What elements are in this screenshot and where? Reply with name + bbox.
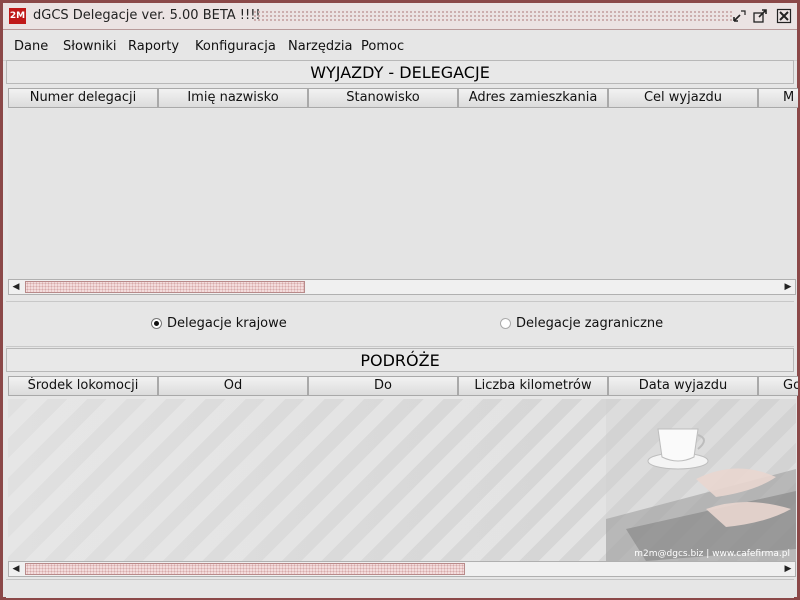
radio-domestic[interactable]: Delegacje krajowe [151,316,287,331]
menu-dane[interactable]: Dane [14,39,48,54]
menu-slowniki[interactable]: Słowniki [63,39,117,54]
scroll-thumb[interactable] [25,281,305,293]
col-srodek-lokomocji[interactable]: Środek lokomocji [8,376,158,396]
scroll-right-icon[interactable]: ▶ [781,280,795,294]
main-window: 2M dGCS Delegacje ver. 5.00 BETA !!!! Da… [0,0,800,600]
col-cel-wyjazdu[interactable]: Cel wyjazdu [608,88,758,108]
scroll-left-icon[interactable]: ◀ [9,280,23,294]
radio-foreign[interactable]: Delegacje zagraniczne [500,316,663,331]
col-data-wyjazdu[interactable]: Data wyjazdu [608,376,758,396]
col-truncated[interactable]: Go [758,376,798,396]
col-od[interactable]: Od [158,376,308,396]
app-logo-icon: 2M [9,8,26,24]
menu-bar: Dane Słowniki Raporty Konfiguracja Narzę… [3,30,797,61]
title-bar[interactable]: 2M dGCS Delegacje ver. 5.00 BETA !!!! [3,3,797,30]
trips-table-header: Numer delegacji Imię nazwisko Stanowisko… [8,88,798,108]
radio-selected-icon [151,318,162,329]
menu-narzedzia[interactable]: Narzędzia [288,39,353,54]
col-truncated[interactable]: M [758,88,798,108]
radio-unselected-icon [500,318,511,329]
menu-raporty[interactable]: Raporty [128,39,179,54]
status-bar [6,579,794,598]
journeys-table-body[interactable]: m2m@dgcs.biz | www.cafefirma.pl [8,399,796,561]
scroll-thumb[interactable] [25,563,465,575]
watermark-text: m2m@dgcs.biz | www.cafefirma.pl [634,549,790,559]
scroll-right-icon[interactable]: ▶ [781,562,795,576]
scroll-left-icon[interactable]: ◀ [9,562,23,576]
trips-horizontal-scrollbar[interactable]: ◀ ▶ [8,279,796,295]
window-title: dGCS Delegacje ver. 5.00 BETA !!!! [33,8,261,23]
col-stanowisko[interactable]: Stanowisko [308,88,458,108]
radio-domestic-label: Delegacje krajowe [167,316,287,331]
col-do[interactable]: Do [308,376,458,396]
col-adres-zamieszkania[interactable]: Adres zamieszkania [458,88,608,108]
maximize-icon[interactable] [752,8,768,24]
trips-table-body[interactable] [8,109,796,279]
laptop-coffee-illustration [606,399,796,561]
col-imie-nazwisko[interactable]: Imię nazwisko [158,88,308,108]
close-icon[interactable] [776,8,792,24]
journeys-table-header: Środek lokomocji Od Do Liczba kilometrów… [8,376,798,396]
radio-foreign-label: Delegacje zagraniczne [516,316,664,331]
menu-pomoc[interactable]: Pomoc [361,39,404,54]
menu-konfiguracja[interactable]: Konfiguracja [195,39,276,54]
minimize-icon[interactable] [731,8,747,24]
col-liczba-kilometrow[interactable]: Liczba kilometrów [458,376,608,396]
title-bar-pattern [253,10,733,22]
journeys-section-title: PODRÓŻE [6,348,794,372]
trips-section-title: WYJAZDY - DELEGACJE [6,60,794,84]
journeys-horizontal-scrollbar[interactable]: ◀ ▶ [8,561,796,577]
delegation-type-panel: Delegacje krajowe Delegacje zagraniczne [6,301,794,347]
col-numer-delegacji[interactable]: Numer delegacji [8,88,158,108]
